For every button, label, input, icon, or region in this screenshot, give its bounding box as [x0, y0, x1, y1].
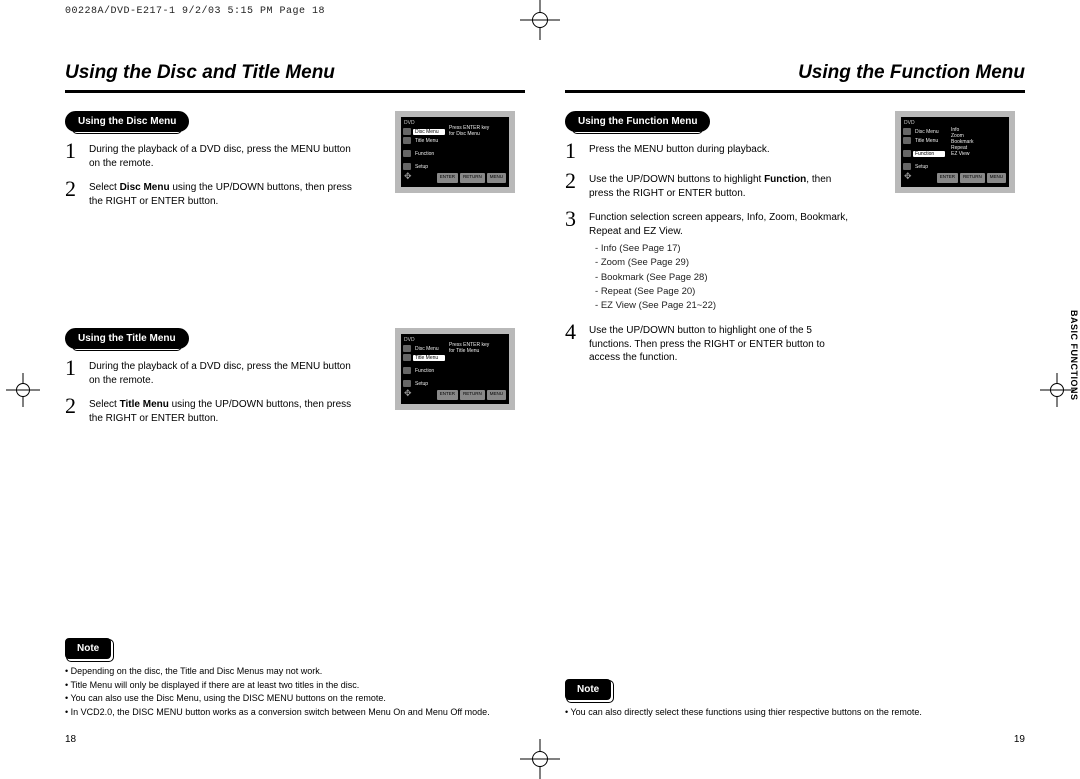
step-number: 3 — [565, 208, 581, 313]
step-number: 2 — [65, 178, 81, 208]
page-title-left: Using the Disc and Title Menu — [65, 60, 525, 93]
step-number: 1 — [565, 140, 581, 162]
step-text: Function selection screen appears, Info,… — [589, 208, 855, 313]
step-number: 1 — [65, 140, 81, 170]
note-list: You can also directly select these funct… — [565, 706, 1025, 720]
section-pill-function: Using the Function Menu — [565, 111, 710, 132]
step-text: During the playback of a DVD disc, press… — [89, 140, 355, 170]
page-right: Using the Function Menu Using the Functi… — [565, 60, 1025, 749]
section-pill-disc: Using the Disc Menu — [65, 111, 189, 132]
step-text: Press the MENU button during playback. — [589, 140, 770, 162]
side-tab: BASIC FUNCTIONS — [1068, 310, 1079, 401]
step-number: 2 — [65, 395, 81, 425]
note-badge: Note — [565, 679, 611, 700]
step-number: 1 — [65, 357, 81, 387]
tv-illustration-title: DVD Disc MenuPress ENTER keyfor Title Me… — [395, 328, 515, 410]
page-number-left: 18 — [65, 734, 76, 745]
page-title-right: Using the Function Menu — [565, 60, 1025, 93]
tv-illustration-function: DVD Disc Menu Title Menu Function Setup … — [895, 111, 1015, 193]
step-number: 2 — [565, 170, 581, 200]
step-number: 4 — [565, 321, 581, 365]
page-left: Using the Disc and Title Menu Using the … — [65, 60, 525, 749]
section-pill-title: Using the Title Menu — [65, 328, 189, 349]
step-text: Use the UP/DOWN button to highlight one … — [589, 321, 855, 365]
step-text: Use the UP/DOWN buttons to highlight Fun… — [589, 170, 855, 200]
crop-mark-top — [520, 0, 560, 40]
note-badge: Note — [65, 638, 111, 659]
note-list: Depending on the disc, the Title and Dis… — [65, 665, 525, 719]
step-text: Select Title Menu using the UP/DOWN butt… — [89, 395, 355, 425]
tv-illustration-disc: DVD Disc MenuPress ENTER keyfor Disc Men… — [395, 111, 515, 193]
page-number-right: 19 — [1014, 734, 1025, 745]
print-header: 00228A/DVD-E217-1 9/2/03 5:15 PM Page 18 — [65, 6, 325, 17]
crop-mark-left — [6, 373, 40, 407]
step-text: During the playback of a DVD disc, press… — [89, 357, 355, 387]
step-text: Select Disc Menu using the UP/DOWN butto… — [89, 178, 355, 208]
